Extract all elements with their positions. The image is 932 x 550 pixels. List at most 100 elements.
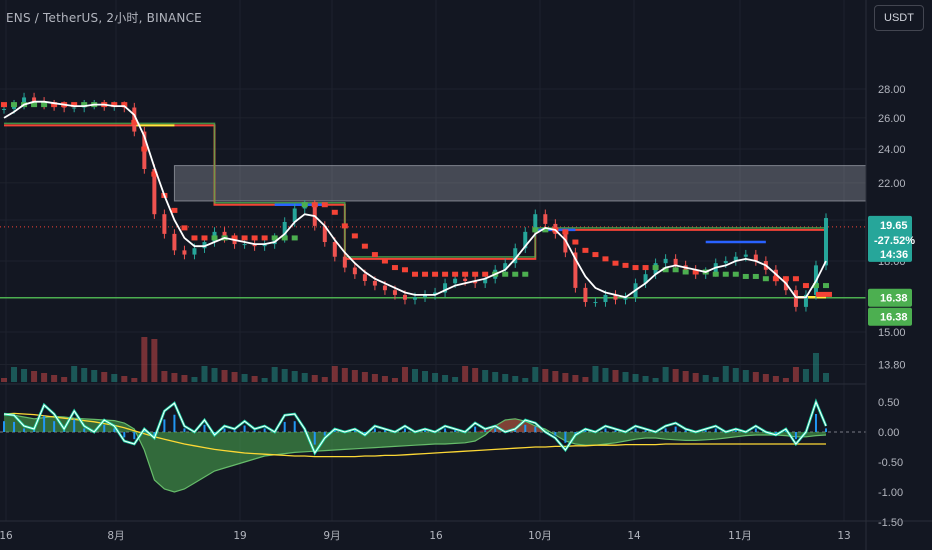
volume-bar xyxy=(802,369,809,382)
trailing-stop-dot xyxy=(321,202,328,208)
volume-bar xyxy=(782,378,789,382)
trailing-stop-dot xyxy=(512,271,519,277)
volume-bar xyxy=(231,372,238,382)
volume-bar xyxy=(341,368,348,382)
volume-bar xyxy=(61,377,68,382)
volume-bar xyxy=(592,366,599,382)
candle-body xyxy=(743,254,748,257)
candle-body xyxy=(402,294,407,300)
volume-bar xyxy=(582,377,589,382)
currency-button[interactable]: USDT xyxy=(874,5,924,31)
trailing-stop-dot xyxy=(802,283,809,289)
volume-bar xyxy=(432,373,439,382)
volume-bar xyxy=(261,378,268,382)
candle-body xyxy=(182,250,187,255)
resistance-zone xyxy=(173,165,867,202)
volume-bar xyxy=(642,376,649,382)
volume-bar xyxy=(823,373,829,382)
candle-body xyxy=(352,267,357,275)
volume-bar xyxy=(221,370,228,382)
volume-bar xyxy=(81,368,88,382)
trailing-stop-dot xyxy=(241,235,248,241)
volume-bar xyxy=(752,372,759,382)
trailing-stop-dot xyxy=(502,271,509,277)
oscillator-axis[interactable]: 0.50 0.00 -0.50 -1.00 -1.50 xyxy=(878,397,903,529)
time-axis[interactable]: 16 8月 19 9月 16 10月 14 11月 13 xyxy=(0,530,851,542)
price-tick-label: 22.00 xyxy=(878,178,906,190)
volume-bar xyxy=(101,372,108,382)
trailing-stop-dot xyxy=(823,283,829,289)
trailing-stop-dot xyxy=(401,267,408,273)
volume-bar xyxy=(1,378,7,382)
trailing-stop-dot xyxy=(582,247,589,253)
volume-bar xyxy=(572,375,579,382)
time-tick-label: 8月 xyxy=(107,530,124,542)
volume-bar xyxy=(682,371,689,382)
volume-bar xyxy=(492,372,499,382)
volume-bar xyxy=(552,371,559,382)
trailing-stop-dot xyxy=(171,207,178,213)
volume-bar xyxy=(51,375,58,382)
trailing-stop-dot xyxy=(391,265,398,271)
volume-bar xyxy=(211,368,218,382)
volume-bar xyxy=(702,375,709,382)
candle-body xyxy=(162,214,167,234)
volume-bar xyxy=(502,374,509,382)
candle-body xyxy=(72,107,77,109)
candle-body xyxy=(362,274,367,281)
trading-chart[interactable]: 28.0026.0024.0022.0020.0018.0015.0013.80… xyxy=(0,0,932,550)
volume-bar xyxy=(472,368,479,382)
candle-body xyxy=(2,108,6,110)
oscillator-panel xyxy=(0,398,866,493)
volume-bar xyxy=(351,370,358,382)
symbol-title[interactable]: ENS / TetherUS, 2小时, BINANCE xyxy=(6,9,202,26)
volume-bar xyxy=(622,372,629,382)
volume-bar xyxy=(532,367,539,382)
volume-bar xyxy=(602,368,609,382)
trailing-stop-dot xyxy=(672,267,679,273)
support-level-label-2: 16.38 xyxy=(880,312,908,324)
volume-bar xyxy=(522,378,529,382)
trailing-stop-dot xyxy=(722,271,729,277)
volume-bar xyxy=(692,373,699,382)
volume-bar xyxy=(652,378,659,382)
countdown-label: 14:36 xyxy=(880,249,908,261)
volume-bar xyxy=(632,374,639,382)
osc-tick-label: -1.50 xyxy=(878,517,903,529)
price-tick-label: 26.00 xyxy=(878,113,906,125)
volume-bar xyxy=(131,378,138,382)
trailing-stop-dot xyxy=(351,233,358,239)
trailing-stop-dot xyxy=(331,209,338,215)
trailing-stop-dot xyxy=(201,235,208,241)
trailing-stop-dot xyxy=(371,252,378,258)
candle-body xyxy=(593,302,598,304)
candle-body xyxy=(824,218,828,266)
candle-body xyxy=(392,290,397,295)
trailing-stop-dot xyxy=(1,102,7,108)
volume-bar xyxy=(241,374,248,382)
volume-bar xyxy=(311,375,318,382)
trailing-stop-dot xyxy=(191,235,198,241)
osc-tick-label: 0.50 xyxy=(878,397,899,409)
time-tick-label: 9月 xyxy=(323,530,340,542)
osc-tick-label: -0.50 xyxy=(878,457,903,469)
candle-body xyxy=(453,278,458,284)
price-tick-label: 13.80 xyxy=(878,359,906,371)
trailing-stop-dot xyxy=(622,262,629,268)
volume-bar xyxy=(291,371,298,382)
candle-body xyxy=(603,294,608,303)
volume-bar xyxy=(11,367,18,382)
volume-bar xyxy=(722,366,729,382)
time-tick-label: 16 xyxy=(0,530,13,542)
volume-bar xyxy=(271,367,278,382)
trailing-stop-dot xyxy=(341,223,348,229)
trailing-stop-dot xyxy=(311,202,318,208)
trailing-stop-dot xyxy=(452,271,459,277)
trailing-stop-dot xyxy=(632,265,639,271)
volume-bar xyxy=(742,370,749,382)
trailing-stop-dot xyxy=(472,271,479,277)
volume-bar xyxy=(672,369,679,382)
candle-body xyxy=(192,248,197,255)
trailing-stop-dot xyxy=(11,102,18,108)
volume-bar xyxy=(121,376,128,382)
